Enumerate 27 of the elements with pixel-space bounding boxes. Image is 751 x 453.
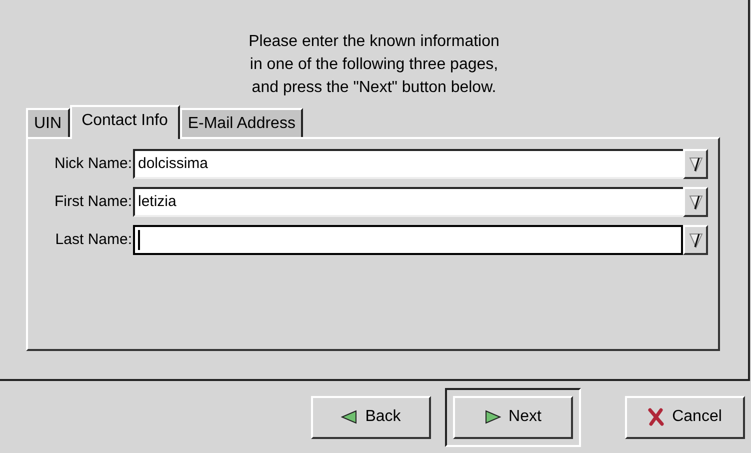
dropdown-button[interactable]: [683, 225, 708, 255]
dropdown-arrow-icon: [688, 193, 702, 211]
input-field[interactable]: letizia: [133, 187, 683, 217]
text-cursor: [138, 230, 140, 250]
back-button[interactable]: Back: [311, 396, 431, 438]
field-value: letizia: [138, 192, 176, 212]
field-label: Nick Name:: [53, 154, 133, 174]
cross-icon: [648, 408, 664, 426]
tab[interactable]: UIN: [26, 108, 70, 137]
dropdown-button[interactable]: [683, 149, 708, 179]
dropdown-arrow-icon: [688, 155, 702, 173]
dropdown-arrow-icon: [688, 231, 702, 249]
input-field[interactable]: dolcissima: [133, 149, 683, 179]
input-field[interactable]: [133, 225, 683, 255]
field-label: First Name:: [53, 192, 133, 212]
tab[interactable]: E-Mail Address: [180, 108, 304, 137]
field-label: Last Name:: [54, 230, 133, 250]
instruction-text: and press the "Next" button below.: [252, 78, 496, 98]
instruction-text: Please enter the known information: [248, 32, 500, 52]
left-triangle-icon: [341, 410, 358, 424]
dropdown-button[interactable]: [683, 187, 708, 217]
right-triangle-icon: [484, 410, 501, 424]
tab[interactable]: Contact Info: [70, 105, 180, 139]
cancel-button[interactable]: Cancel: [625, 396, 745, 438]
next-button[interactable]: Next: [453, 396, 573, 438]
instruction-text: in one of the following three pages,: [250, 55, 498, 75]
field-value: dolcissima: [138, 154, 208, 174]
